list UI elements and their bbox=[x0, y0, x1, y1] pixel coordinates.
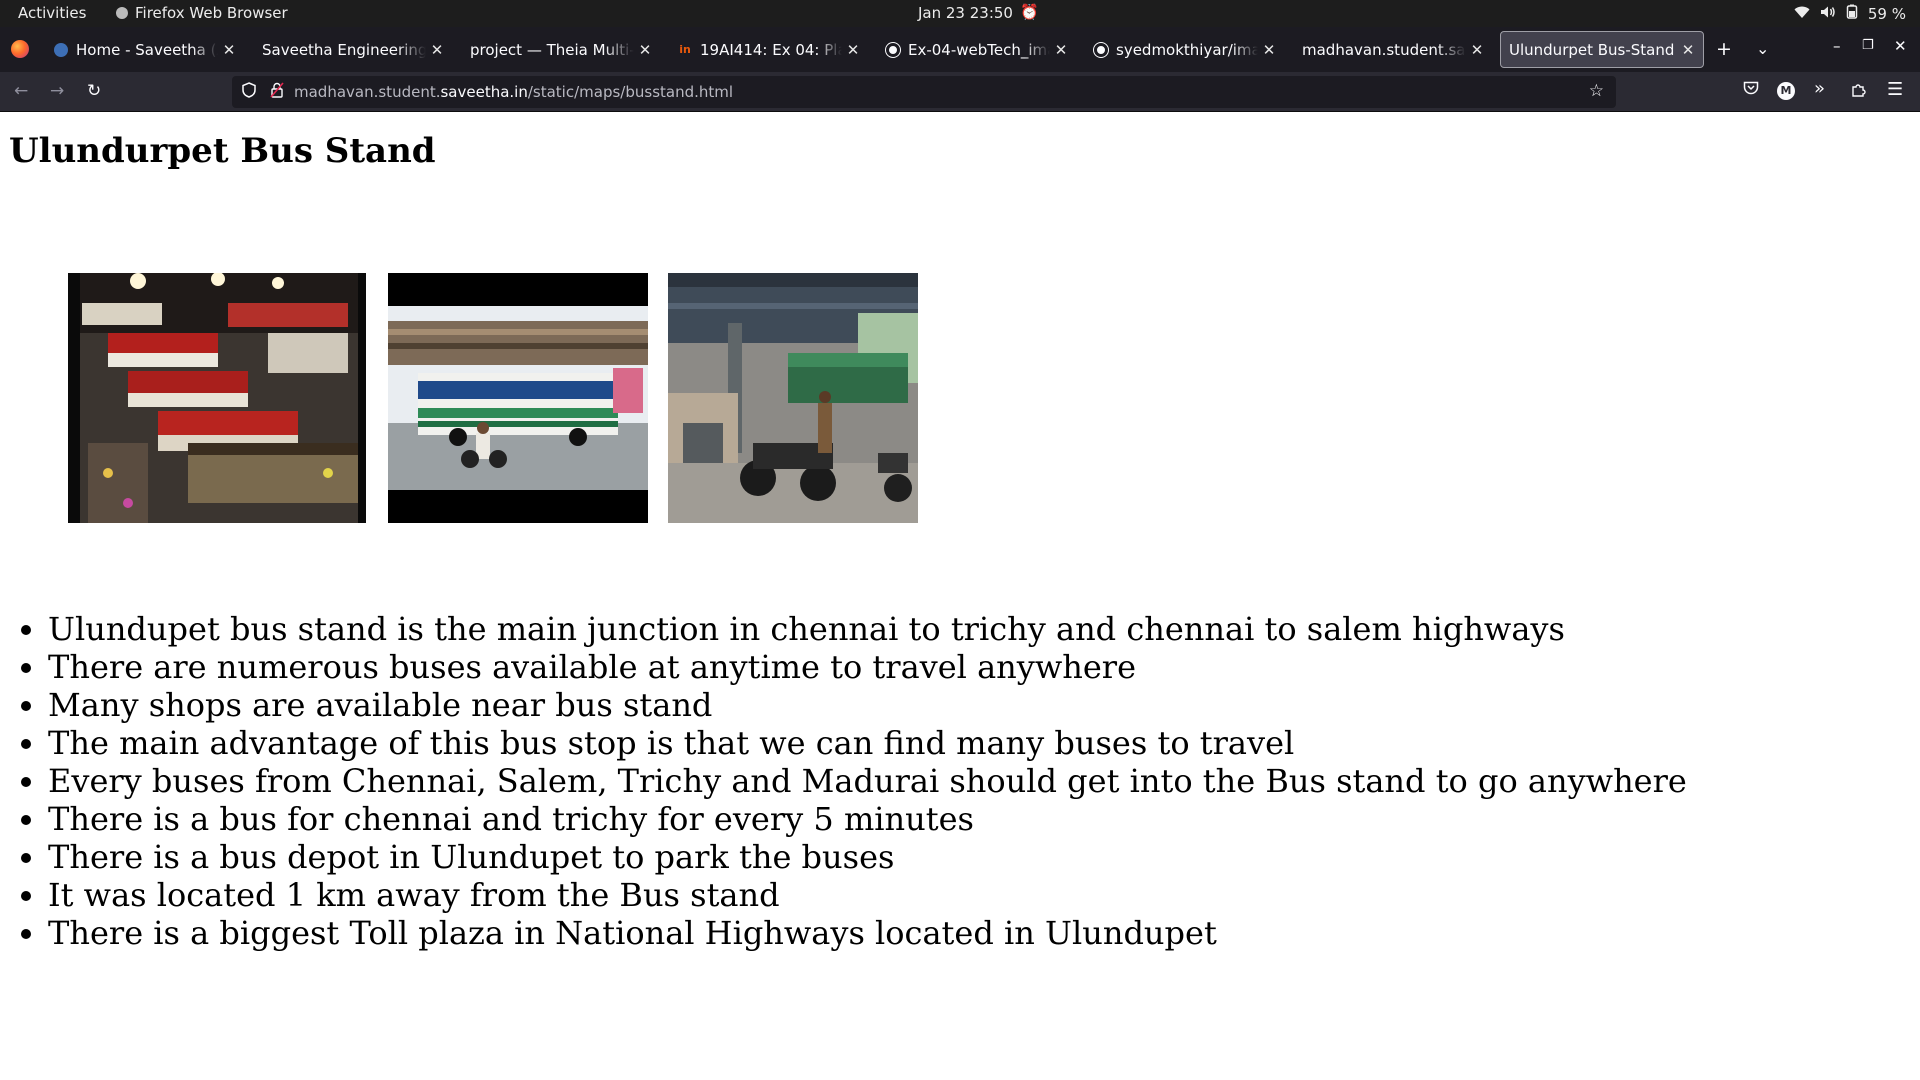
github-icon bbox=[1094, 42, 1108, 57]
forward-arrow-icon[interactable]: → bbox=[50, 81, 64, 101]
tab-title: project — Theia Multi-Lang bbox=[470, 40, 634, 59]
url-subdomain: madhavan.student. bbox=[294, 83, 441, 101]
tab[interactable]: syedmokthiyar/image ✕ bbox=[1086, 31, 1284, 68]
tab[interactable]: madhavan.student.saveet ✕ bbox=[1294, 31, 1492, 68]
list-item: Every buses from Chennai, Salem, Trichy … bbox=[48, 762, 1687, 800]
hamburger-menu-icon[interactable]: ☰ bbox=[1887, 79, 1903, 100]
list-item: There is a biggest Toll plaza in Nationa… bbox=[48, 914, 1687, 952]
overflow-chevron-icon[interactable]: » bbox=[1814, 78, 1825, 99]
list-item: Many shops are available near bus stand bbox=[48, 686, 1687, 724]
list-all-tabs-icon[interactable]: ⌄ bbox=[1756, 39, 1769, 58]
close-tab-icon[interactable]: ✕ bbox=[1054, 41, 1068, 59]
minimize-icon[interactable]: – bbox=[1833, 37, 1841, 55]
url-path: /static/maps/busstand.html bbox=[527, 83, 734, 101]
volume-icon bbox=[1820, 5, 1836, 23]
url-bar[interactable]: madhavan.student.saveetha.in/static/maps… bbox=[232, 76, 1616, 108]
bus-stand-platform-photo bbox=[668, 273, 918, 523]
restore-icon[interactable]: ❐ bbox=[1862, 38, 1874, 53]
system-top-bar: Activities Firefox Web Browser Jan 23 23… bbox=[0, 0, 1920, 27]
app-menu[interactable]: Firefox Web Browser bbox=[116, 4, 288, 22]
close-tab-icon[interactable]: ✕ bbox=[638, 41, 652, 59]
close-tab-icon[interactable]: ✕ bbox=[846, 41, 860, 59]
new-tab-icon[interactable]: + bbox=[1716, 38, 1732, 60]
close-tab-icon[interactable]: ✕ bbox=[222, 41, 236, 59]
in-icon: in bbox=[679, 42, 691, 56]
tab-title: Saveetha Engineering Coll bbox=[262, 40, 426, 59]
account-avatar-icon[interactable]: M bbox=[1777, 82, 1795, 100]
system-tray[interactable]: 59 % bbox=[1794, 4, 1906, 23]
page-title: Ulundurpet Bus Stand bbox=[9, 131, 436, 171]
list-item: Ulundupet bus stand is the main junction… bbox=[48, 610, 1687, 648]
back-arrow-icon[interactable]: ← bbox=[14, 81, 28, 101]
list-item: There is a bus depot in Ulundupet to par… bbox=[48, 838, 1687, 876]
tab[interactable]: Ex-04-webTech_image ✕ bbox=[878, 31, 1076, 68]
close-tab-icon[interactable]: ✕ bbox=[1470, 41, 1484, 59]
close-window-icon[interactable]: ✕ bbox=[1894, 37, 1907, 55]
app-name-label: Firefox Web Browser bbox=[135, 4, 288, 22]
activities-button[interactable]: Activities bbox=[18, 4, 86, 22]
reload-icon[interactable]: ↻ bbox=[87, 81, 101, 101]
list-item: It was located 1 km away from the Bus st… bbox=[48, 876, 1687, 914]
saveetha-icon bbox=[54, 42, 68, 57]
github-icon bbox=[886, 42, 900, 57]
url-host: saveetha.in bbox=[440, 83, 528, 101]
clock[interactable]: Jan 23 23:50 bbox=[918, 4, 1013, 22]
firefox-icon bbox=[116, 7, 128, 19]
tab[interactable]: project — Theia Multi-Lang ✕ bbox=[462, 31, 660, 68]
firefox-logo-icon[interactable] bbox=[11, 40, 29, 58]
tab-title: madhavan.student.saveet bbox=[1302, 40, 1466, 59]
web-page: Ulundurpet Bus Stand • Ulundupet bus sta… bbox=[0, 112, 1920, 1080]
list-item: There is a bus for chennai and trichy fo… bbox=[48, 800, 1687, 838]
tracking-shield-icon[interactable] bbox=[242, 82, 256, 102]
battery-percent: 59 % bbox=[1867, 4, 1906, 23]
tab-title: Ex-04-webTech_image bbox=[908, 40, 1050, 59]
tab-title: 19AI414: Ex 04: Places bbox=[700, 40, 842, 59]
tab[interactable]: in 19AI414: Ex 04: Places ✕ bbox=[670, 31, 868, 68]
tab-title: Ulundurpet Bus-Stand bbox=[1509, 40, 1675, 59]
bookmark-star-icon[interactable]: ☆ bbox=[1589, 81, 1604, 101]
tab-title: syedmokthiyar/image bbox=[1116, 40, 1258, 59]
facts-list: Ulundupet bus stand is the main junction… bbox=[48, 610, 1687, 952]
close-tab-icon[interactable]: ✕ bbox=[1262, 41, 1276, 59]
battery-icon bbox=[1846, 4, 1858, 23]
tab-strip: Home - Saveetha (Auto ✕ Saveetha Enginee… bbox=[0, 27, 1920, 72]
tab-title: Home - Saveetha (Auto bbox=[76, 40, 218, 59]
navigation-bar: ← → ↻ madhavan.student.saveetha.in/stati… bbox=[0, 72, 1920, 112]
tab[interactable]: Home - Saveetha (Auto ✕ bbox=[46, 31, 244, 68]
bus-stand-bus-photo bbox=[388, 273, 648, 523]
insecure-lock-icon[interactable] bbox=[270, 82, 284, 102]
close-tab-icon[interactable]: ✕ bbox=[1681, 41, 1695, 59]
close-tab-icon[interactable]: ✕ bbox=[430, 41, 444, 59]
pocket-icon[interactable] bbox=[1743, 81, 1759, 100]
tab-active[interactable]: Ulundurpet Bus-Stand ✕ bbox=[1500, 31, 1704, 68]
wifi-icon bbox=[1794, 5, 1810, 23]
url-text[interactable]: madhavan.student.saveetha.in/static/maps… bbox=[294, 83, 733, 101]
extensions-icon[interactable] bbox=[1851, 81, 1867, 101]
alarm-icon: ⏰ bbox=[1020, 3, 1039, 21]
tab[interactable]: Saveetha Engineering Coll ✕ bbox=[254, 31, 452, 68]
list-item: The main advantage of this bus stop is t… bbox=[48, 724, 1687, 762]
bus-stand-night-photo bbox=[68, 273, 366, 523]
list-item: There are numerous buses available at an… bbox=[48, 648, 1687, 686]
